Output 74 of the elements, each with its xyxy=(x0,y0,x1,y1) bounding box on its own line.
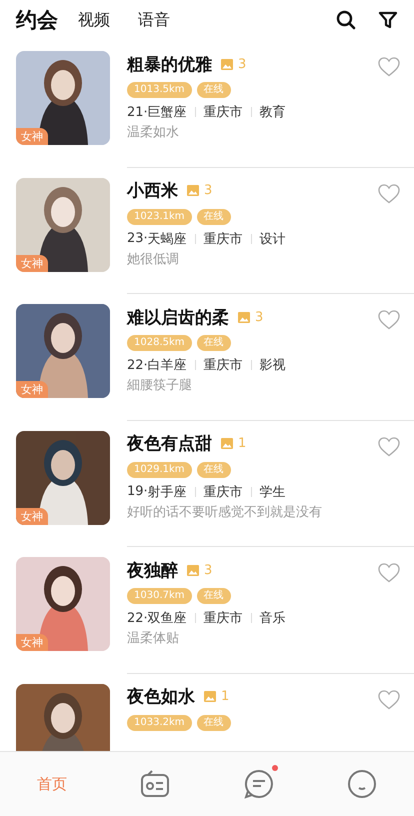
heart-icon[interactable] xyxy=(378,310,400,330)
image-icon xyxy=(204,691,216,702)
status-tag: 在线 xyxy=(196,462,231,478)
heart-icon[interactable] xyxy=(378,184,400,204)
job-text: 教育 xyxy=(260,104,286,121)
distance-tag: 1033.2km xyxy=(127,714,192,730)
distance-tag: 1028.5km xyxy=(127,335,192,351)
status-tag: 在线 xyxy=(196,82,231,98)
image-icon xyxy=(187,564,199,576)
image-icon xyxy=(221,438,233,449)
photo-count: 3 xyxy=(255,310,264,324)
tab[interactable]: 约会 xyxy=(16,6,68,34)
distance-tag: 1029.1km xyxy=(127,462,192,478)
heart-icon[interactable] xyxy=(378,690,400,710)
image-icon xyxy=(221,58,233,70)
status-tag: 在线 xyxy=(196,335,231,351)
image-icon xyxy=(238,312,250,322)
user-name: 夜独醉 xyxy=(127,560,178,582)
photo-count: 1 xyxy=(238,436,246,451)
bio-text: 温柔体贴 xyxy=(127,630,180,647)
distance-tag: 1030.7km xyxy=(127,588,192,604)
city-text: 重庆市 xyxy=(204,230,243,248)
bio-text: 温柔如水 xyxy=(127,124,180,141)
job-text: 音乐 xyxy=(260,610,286,627)
user-name: 粗暴的优雅 xyxy=(127,54,212,76)
city-text: 重庆市 xyxy=(204,484,243,500)
bio-text: 細腰筷子腿 xyxy=(127,377,193,394)
user-name: 小西米 xyxy=(127,180,178,202)
job-text: 影视 xyxy=(260,357,286,374)
job-text: 学生 xyxy=(260,484,286,500)
heart-icon[interactable] xyxy=(378,57,400,77)
heart-icon[interactable] xyxy=(378,563,400,583)
distance-tag: 1013.5km xyxy=(127,82,192,98)
age-text: 21· xyxy=(127,104,148,120)
distance-tag: 1023.1km xyxy=(127,208,192,224)
age-text: 23· xyxy=(127,231,148,246)
city-text: 重庆市 xyxy=(204,104,243,121)
search-icon[interactable] xyxy=(336,10,356,30)
age-text: 19· xyxy=(127,484,148,499)
photo-count: 3 xyxy=(204,183,212,198)
zodiac-text: 白羊座 xyxy=(148,357,187,374)
goddess-badge: 女神 xyxy=(16,381,48,398)
photo-count: 3 xyxy=(238,56,246,72)
status-tag: 在线 xyxy=(196,588,231,604)
bio-text: 好听的话不要听感觉不到就是没有 xyxy=(127,504,323,520)
smiley-icon[interactable] xyxy=(347,769,378,799)
image-icon xyxy=(187,185,199,196)
goddess-badge: 女神 xyxy=(16,254,48,272)
goddess-badge: 女神 xyxy=(16,508,48,524)
user-name: 夜色如水 xyxy=(127,686,195,708)
heart-icon[interactable] xyxy=(378,436,400,456)
zodiac-text: 巨蟹座 xyxy=(148,104,187,121)
tab[interactable]: 语音 xyxy=(138,10,180,30)
city-text: 重庆市 xyxy=(204,357,243,374)
user-name: 夜色有点甜 xyxy=(127,433,212,455)
status-tag: 在线 xyxy=(196,714,231,730)
goddess-badge: 女神 xyxy=(16,128,48,145)
photo-count: 1 xyxy=(221,689,230,704)
message-icon[interactable] xyxy=(244,769,274,799)
status-tag: 在线 xyxy=(196,208,231,224)
radio-icon[interactable] xyxy=(140,769,170,799)
job-text: 设计 xyxy=(260,230,286,248)
age-text: 22· xyxy=(127,358,148,372)
zodiac-text: 射手座 xyxy=(148,484,187,500)
age-text: 22· xyxy=(127,610,148,626)
photo-count: 3 xyxy=(204,562,212,578)
zodiac-text: 双鱼座 xyxy=(148,610,187,627)
city-text: 重庆市 xyxy=(204,610,243,627)
bio-text: 她很低调 xyxy=(127,250,180,268)
user-name: 难以启齿的柔 xyxy=(127,306,229,328)
goddess-badge: 女神 xyxy=(16,634,48,651)
tab[interactable]: 视频 xyxy=(78,10,120,30)
zodiac-text: 天蝎座 xyxy=(148,230,187,248)
filter-icon[interactable] xyxy=(378,10,398,30)
